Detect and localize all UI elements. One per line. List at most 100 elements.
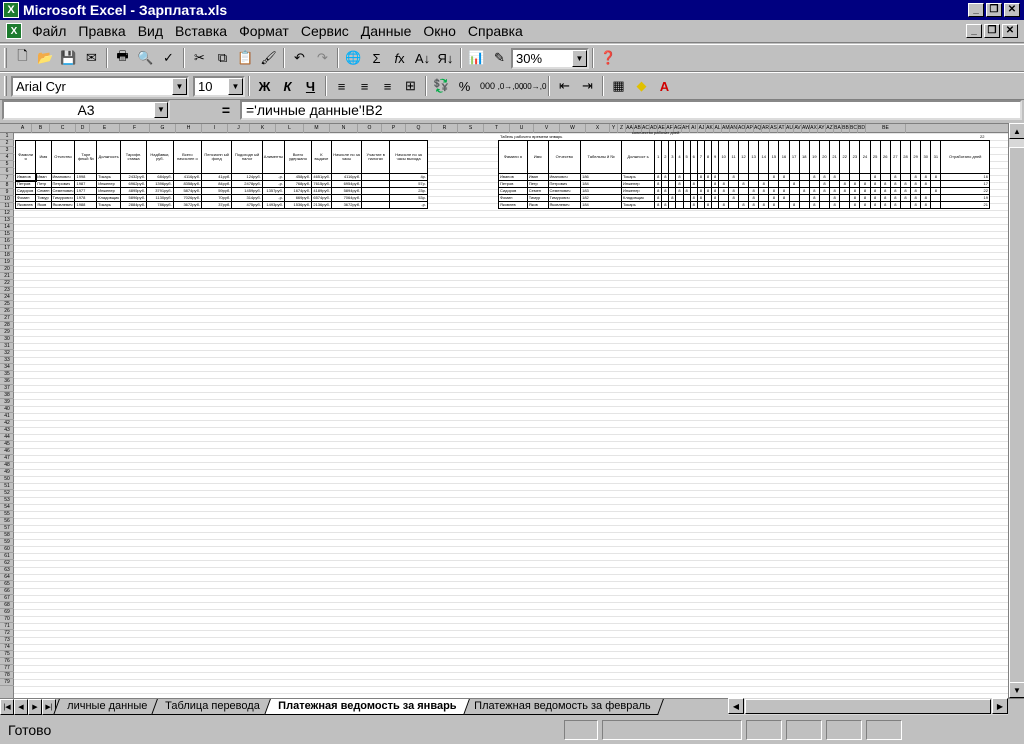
row-header[interactable]: 11 bbox=[0, 203, 14, 210]
payroll-header-cell[interactable]: Пенсионн ый фонд bbox=[200, 140, 233, 174]
timesheet-day-header[interactable]: 31 bbox=[930, 140, 942, 174]
row-header[interactable]: 38 bbox=[0, 392, 14, 399]
timesheet-cell[interactable]: Иван bbox=[526, 173, 549, 181]
doc-close-button[interactable]: ✕ bbox=[1002, 24, 1018, 38]
timesheet-day-cell[interactable]: 8 bbox=[737, 180, 750, 188]
timesheet-day-cell[interactable]: 8 bbox=[768, 173, 780, 181]
payroll-cell[interactable]: Петрович bbox=[50, 180, 76, 188]
row-header[interactable]: 3 bbox=[0, 147, 14, 154]
timesheet-day-cell[interactable]: 8 bbox=[869, 194, 881, 202]
row-header[interactable]: 2 bbox=[0, 140, 14, 147]
timesheet-day-header[interactable]: 8 bbox=[703, 140, 713, 174]
timesheet-day-cell[interactable] bbox=[778, 180, 790, 188]
timesheet-day-cell[interactable]: 8 bbox=[920, 173, 932, 181]
payroll-cell[interactable]: 1493руб. bbox=[261, 201, 285, 209]
timesheet-day-cell[interactable] bbox=[899, 173, 912, 181]
decrease-indent-icon[interactable]: ⇤ bbox=[553, 75, 576, 97]
row-header[interactable]: 39 bbox=[0, 399, 14, 406]
sheet-tab[interactable]: личные данные bbox=[53, 699, 162, 715]
timesheet-day-header[interactable]: 9 bbox=[711, 140, 720, 174]
timesheet-day-cell[interactable]: 8 bbox=[818, 180, 831, 188]
font-color-icon[interactable]: A bbox=[653, 75, 676, 97]
function-icon[interactable]: fx bbox=[388, 47, 411, 69]
timesheet-cell[interactable]: Тимурович bbox=[547, 194, 582, 202]
timesheet-day-cell[interactable]: 8 bbox=[748, 187, 760, 195]
timesheet-day-cell[interactable] bbox=[728, 201, 739, 209]
row-header[interactable]: 5 bbox=[0, 161, 14, 168]
payroll-cell[interactable]: 53р. bbox=[389, 194, 428, 202]
timesheet-cell[interactable]: Токарь bbox=[620, 173, 656, 181]
timesheet-day-cell[interactable]: 8 bbox=[818, 173, 831, 181]
payroll-cell[interactable]: 3672руб. bbox=[172, 201, 202, 209]
column-header-x[interactable]: X bbox=[586, 124, 610, 133]
timesheet-day-cell[interactable] bbox=[788, 187, 800, 195]
timesheet-cell[interactable]: Токарь bbox=[620, 201, 656, 209]
italic-button[interactable]: К bbox=[276, 75, 299, 97]
timesheet-day-cell[interactable]: 8 bbox=[829, 187, 841, 195]
payroll-cell[interactable]: 1978 bbox=[74, 194, 98, 202]
help-icon[interactable]: ❓ bbox=[597, 47, 620, 69]
timesheet-day-cell[interactable]: 8 bbox=[689, 180, 698, 188]
timesheet-cell[interactable]: 182 bbox=[580, 194, 622, 202]
payroll-cell[interactable]: -р. bbox=[261, 173, 285, 181]
column-header-aw[interactable]: AW bbox=[802, 124, 810, 133]
timesheet-day-cell[interactable] bbox=[758, 194, 770, 202]
undo-icon[interactable]: ↶ bbox=[288, 47, 311, 69]
workbook-icon[interactable]: X bbox=[6, 23, 22, 39]
timesheet-day-cell[interactable]: 8 bbox=[778, 187, 790, 195]
payroll-cell[interactable]: 4116руб. bbox=[330, 173, 363, 181]
next-sheet-icon[interactable]: ▶ bbox=[28, 699, 42, 715]
timesheet-day-header[interactable]: 15 bbox=[768, 140, 780, 174]
column-header-h[interactable]: H bbox=[176, 124, 202, 133]
row-header[interactable]: 9 bbox=[0, 189, 14, 196]
timesheet-day-header[interactable]: 29 bbox=[910, 140, 922, 174]
timesheet-day-cell[interactable]: 8 bbox=[818, 187, 831, 195]
payroll-header-cell[interactable]: Начисле но за часы bbox=[330, 140, 363, 174]
payroll-cell[interactable]: Петров bbox=[14, 180, 37, 188]
payroll-cell[interactable]: 1674руб. bbox=[283, 187, 313, 195]
payroll-header-cell[interactable]: Таре фный № bbox=[74, 140, 98, 174]
row-header[interactable]: 30 bbox=[0, 336, 14, 343]
menu-data[interactable]: Данные bbox=[355, 21, 418, 41]
timesheet-day-cell[interactable]: 8 bbox=[728, 173, 739, 181]
currency-icon[interactable]: 💱 bbox=[430, 75, 453, 97]
row-header[interactable]: 29 bbox=[0, 329, 14, 336]
column-header-at[interactable]: AT bbox=[778, 124, 786, 133]
timesheet-total-cell[interactable]: 19 bbox=[940, 194, 990, 202]
timesheet-day-cell[interactable]: 8 bbox=[849, 180, 861, 188]
timesheet-day-cell[interactable]: 8 bbox=[728, 194, 739, 202]
timesheet-day-cell[interactable]: 8 bbox=[758, 201, 770, 209]
formula-input[interactable]: ='личные данные'!B2 bbox=[240, 100, 1022, 120]
timesheet-day-cell[interactable]: 8 bbox=[711, 194, 720, 202]
column-header-y[interactable]: Y bbox=[610, 124, 618, 133]
row-header[interactable]: 14 bbox=[0, 224, 14, 231]
row-header[interactable]: 34 bbox=[0, 364, 14, 371]
column-header-bd[interactable]: BD bbox=[858, 124, 866, 133]
payroll-cell[interactable]: 1987 bbox=[74, 180, 98, 188]
row-header[interactable]: 18 bbox=[0, 252, 14, 259]
column-header-e[interactable]: E bbox=[90, 124, 120, 133]
row-header[interactable]: 6 bbox=[0, 168, 14, 175]
timesheet-day-cell[interactable]: 8 bbox=[859, 201, 871, 209]
menu-view[interactable]: Вид bbox=[132, 21, 169, 41]
payroll-header-cell[interactable]: Начисле но за часы выхода bbox=[389, 140, 428, 174]
payroll-cell[interactable]: Иванович bbox=[50, 173, 76, 181]
payroll-header-cell[interactable]: Должность bbox=[96, 140, 122, 174]
column-header-g[interactable]: G bbox=[150, 124, 176, 133]
timesheet-day-cell[interactable] bbox=[718, 173, 730, 181]
row-header[interactable]: 48 bbox=[0, 462, 14, 469]
row-headers[interactable]: 1 2 3 4 5 6 7 8 9 10 11 12 13 14 15 16 17 18 19 20 21 22 23 24 2… bbox=[0, 133, 14, 698]
payroll-cell[interactable]: 2478руб. bbox=[231, 180, 263, 188]
payroll-cell[interactable]: 669руб. bbox=[283, 194, 313, 202]
row-header[interactable]: 61 bbox=[0, 553, 14, 560]
timesheet-day-cell[interactable]: 8 bbox=[879, 201, 891, 209]
row-header[interactable]: 26 bbox=[0, 308, 14, 315]
timesheet-total-cell[interactable]: 17 bbox=[940, 180, 990, 188]
name-box[interactable]: A3 ▼ bbox=[2, 100, 170, 120]
timesheet-day-cell[interactable]: 8 bbox=[808, 194, 820, 202]
hyperlink-icon[interactable]: 🌐 bbox=[342, 47, 365, 69]
timesheet-day-cell[interactable]: 8 bbox=[849, 194, 861, 202]
payroll-header-cell[interactable]: Подоходн ый налог bbox=[231, 140, 263, 174]
redo-icon[interactable]: ↷ bbox=[311, 47, 334, 69]
column-header-o[interactable]: O bbox=[358, 124, 382, 133]
